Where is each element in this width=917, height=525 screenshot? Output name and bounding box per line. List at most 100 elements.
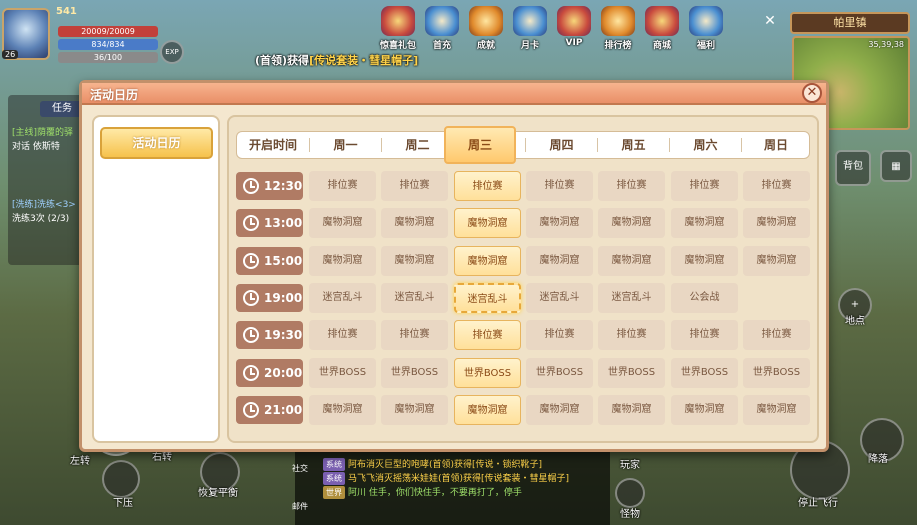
event-cell[interactable]: 魔物洞窟	[454, 208, 521, 238]
refine-quest-desc: 洗练3次 (2/3)	[12, 214, 70, 224]
event-cell[interactable]: 排位赛	[381, 171, 448, 201]
event-cell[interactable]: 魔物洞窟	[598, 395, 665, 425]
event-cell[interactable]: 排位赛	[598, 320, 665, 350]
event-cell[interactable]: 排位赛	[381, 320, 448, 350]
first-recharge-button[interactable]: 首充	[422, 6, 462, 51]
event-cell[interactable]: 魔物洞窟	[309, 208, 376, 238]
event-cell[interactable]: 世界BOSS	[598, 358, 665, 388]
stop-flight-label: 停止飞行	[798, 498, 838, 509]
collapse-icons-button[interactable]: ✕	[763, 14, 777, 28]
event-cell[interactable]: 世界BOSS	[743, 358, 810, 388]
event-cell[interactable]: 排位赛	[454, 320, 521, 350]
event-cell[interactable]: 魔物洞窟	[381, 208, 448, 238]
chat-box[interactable]: 社交 邮件 系统 阿布消灭巨型的咆哮(首领)获得[传说・锁织靴子] 系统 马飞飞消灭…	[292, 450, 610, 525]
map-title[interactable]: 帕里镇	[790, 12, 910, 34]
event-cell[interactable]: 魔物洞窟	[309, 395, 376, 425]
hp-bar: 20009/20009	[58, 26, 158, 37]
clock-icon	[243, 215, 259, 231]
event-cell[interactable]: 排位赛	[309, 171, 376, 201]
achievement-icon	[469, 6, 503, 36]
left-turn-label[interactable]: 左转	[70, 452, 90, 467]
event-cell[interactable]: 迷宫乱斗	[598, 283, 665, 313]
time-slot: 19:00	[236, 284, 303, 312]
event-cell[interactable]: 排位赛	[309, 320, 376, 350]
gift-pack-button[interactable]: 惊喜礼包	[378, 6, 418, 51]
event-cell[interactable]: 迷宫乱斗	[381, 283, 448, 313]
event-cell[interactable]: 魔物洞窟	[671, 395, 738, 425]
event-cell[interactable]: 迷宫乱斗	[309, 283, 376, 313]
event-cell[interactable]: 魔物洞窟	[526, 246, 593, 276]
event-cell[interactable]: 魔物洞窟	[671, 246, 738, 276]
bag-button[interactable]: 背包	[835, 150, 871, 186]
monthly-card-button[interactable]: 月卡	[510, 6, 550, 51]
sidebar-tab-activity-calendar[interactable]: 活动日历	[100, 127, 213, 159]
header-day-mon: 周一	[333, 138, 358, 152]
event-cell[interactable]: 迷宫乱斗	[526, 283, 593, 313]
event-cell[interactable]: 魔物洞窟	[454, 246, 521, 276]
clock-icon	[243, 253, 259, 269]
event-cell[interactable]: 世界BOSS	[309, 358, 376, 388]
time-slot-label: 13:00	[264, 216, 303, 230]
event-cell[interactable]: 魔物洞窟	[743, 246, 810, 276]
monster-button[interactable]	[615, 478, 645, 508]
event-cell[interactable]: 公会战	[671, 283, 738, 313]
event-cell[interactable]: 魔物洞窟	[526, 395, 593, 425]
event-cell[interactable]: 魔物洞窟	[526, 208, 593, 238]
time-slot-label: 20:00	[264, 366, 303, 380]
event-cell[interactable]: 世界BOSS	[526, 358, 593, 388]
clock-icon	[243, 402, 259, 418]
gift-icon	[381, 6, 415, 36]
menu-grid-button[interactable]: ▦	[880, 150, 912, 182]
event-cell[interactable]: 排位赛	[671, 171, 738, 201]
xp-bar: 36/100	[58, 52, 158, 63]
day-header-row: 开启时间 周一 周二 周四 周五 周六 周日	[236, 131, 810, 159]
ranking-button[interactable]: 排行榜	[598, 6, 638, 51]
event-cell[interactable]: 魔物洞窟	[381, 246, 448, 276]
event-cell[interactable]: 世界BOSS	[454, 358, 521, 388]
event-cell[interactable]: 魔物洞窟	[671, 208, 738, 238]
event-cell[interactable]: 魔物洞窟	[454, 395, 521, 425]
event-cell[interactable]: 排位赛	[598, 171, 665, 201]
quest-panel[interactable]: 任务 [主线]荫覆的驿 对话 依斯特 [洗练]洗练<3> 洗练3次 (2/3)	[8, 95, 90, 265]
event-cell[interactable]: 排位赛	[743, 320, 810, 350]
press-down-button[interactable]	[102, 460, 140, 498]
event-cell[interactable]: 排位赛	[743, 171, 810, 201]
close-button[interactable]: ✕	[802, 83, 822, 103]
chat-line: 系统 马飞飞消灭摇荡米娃娃(首领)获得[传说套装・彗星帽子]	[323, 472, 604, 486]
event-cell[interactable]: 魔物洞窟	[309, 246, 376, 276]
event-cell[interactable]: 世界BOSS	[381, 358, 448, 388]
event-cell[interactable]: 迷宫乱斗	[454, 283, 521, 313]
event-cell[interactable]: 排位赛	[671, 320, 738, 350]
time-slot: 21:00	[236, 396, 303, 424]
event-cell[interactable]: 排位赛	[454, 171, 521, 201]
mail-button[interactable]: 邮件	[292, 500, 308, 513]
quest-tab[interactable]: 任务	[40, 101, 84, 117]
event-cell[interactable]: 排位赛	[526, 171, 593, 201]
event-cell[interactable]: 魔物洞窟	[743, 395, 810, 425]
exp-icon[interactable]: EXP	[160, 40, 184, 64]
vip-button[interactable]: VIP	[554, 6, 594, 51]
social-button[interactable]: 社交	[292, 462, 308, 475]
player-label[interactable]: 玩家	[620, 456, 640, 471]
header-day-sat: 周六	[693, 138, 718, 152]
event-cell[interactable]: 魔物洞窟	[381, 395, 448, 425]
shop-button[interactable]: 商城	[642, 6, 682, 51]
time-slot-label: 19:30	[264, 328, 303, 342]
event-cell[interactable]: 魔物洞窟	[743, 208, 810, 238]
refine-quest-title[interactable]: [洗练]洗练<3>	[12, 197, 76, 210]
welfare-icon	[689, 6, 723, 36]
mp-bar: 834/834	[58, 39, 158, 50]
event-cell[interactable]: 世界BOSS	[671, 358, 738, 388]
event-cell[interactable]: 魔物洞窟	[598, 246, 665, 276]
achievement-button[interactable]: 成就	[466, 6, 506, 51]
time-slot: 13:00	[236, 209, 303, 237]
main-quest-title[interactable]: [主线]荫覆的驿	[12, 125, 73, 138]
event-cell[interactable]: 排位赛	[526, 320, 593, 350]
event-cell[interactable]: 魔物洞窟	[598, 208, 665, 238]
player-level: 26	[2, 50, 19, 59]
header-day-thu: 周四	[549, 138, 574, 152]
top-icon-bar: 惊喜礼包 首充 成就 月卡 VIP 排行榜 商城 福利	[378, 6, 726, 51]
location-label: 地点	[845, 316, 865, 327]
main-quest-desc: 对话 依斯特	[12, 142, 60, 152]
welfare-button[interactable]: 福利	[686, 6, 726, 51]
